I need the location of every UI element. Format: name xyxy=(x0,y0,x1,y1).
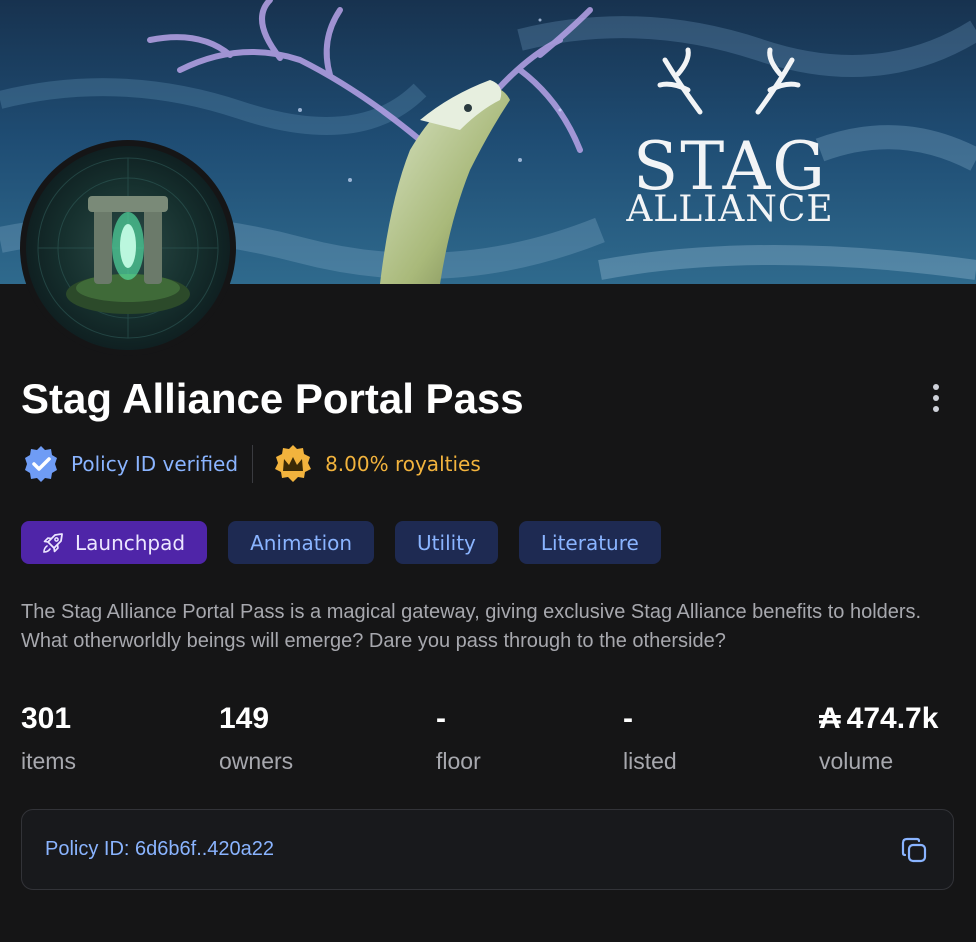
stat-owners: 149 owners xyxy=(219,700,293,776)
royalties-label: 8.00% royalties xyxy=(325,452,481,476)
verified-check-icon xyxy=(25,446,57,482)
collection-meta: Policy ID verified 8.00% royalties xyxy=(21,442,481,486)
portal-image xyxy=(26,146,230,350)
dot-icon xyxy=(933,384,939,390)
banner-logo-alliance: ALLIANCE xyxy=(626,189,834,230)
stat-label: items xyxy=(21,748,76,774)
tag-literature[interactable]: Literature xyxy=(518,521,661,564)
stat-label: volume xyxy=(819,748,894,774)
copy-icon[interactable] xyxy=(899,835,929,865)
policy-id-box: Policy ID: 6d6b6f..420a22 xyxy=(21,809,954,890)
stat-items: 301 items xyxy=(21,700,76,776)
tag-label: Animation xyxy=(250,530,353,555)
tag-label: Utility xyxy=(417,530,476,555)
verified-label: Policy ID verified xyxy=(71,452,239,476)
collection-description: The Stag Alliance Portal Pass is a magic… xyxy=(21,601,922,652)
stat-value: 149 xyxy=(219,702,270,735)
collection-avatar xyxy=(20,140,236,356)
meta-divider xyxy=(252,445,254,483)
stat-value: - xyxy=(436,702,446,735)
stat-floor: - floor xyxy=(436,700,481,776)
stat-listed: - listed xyxy=(623,700,677,776)
banner-logo: STAG ALLIANCE xyxy=(600,50,860,240)
tag-label: Literature xyxy=(540,530,639,555)
dot-icon xyxy=(933,406,939,412)
stat-value: ₳ 474.7k xyxy=(819,700,938,738)
tag-list: Launchpad Animation Utility Literature xyxy=(21,521,661,564)
stat-label: owners xyxy=(219,748,294,774)
royalties-badge: 8.00% royalties xyxy=(271,444,481,484)
rocket-icon xyxy=(43,532,63,553)
tag-animation[interactable]: Animation xyxy=(228,521,375,564)
stat-value: 301 xyxy=(21,702,72,735)
more-options-button[interactable] xyxy=(920,378,952,418)
collection-page: STAG ALLIANCE Stag Alliance Portal Pass … xyxy=(0,0,976,942)
policy-id-text[interactable]: Policy ID: 6d6b6f..420a22 xyxy=(45,838,274,861)
stat-value: - xyxy=(623,702,633,735)
stat-volume: ₳ 474.7k volume xyxy=(819,700,938,776)
tag-label: Launchpad xyxy=(75,530,186,555)
crown-badge-icon xyxy=(275,445,312,482)
tag-launchpad[interactable]: Launchpad xyxy=(21,521,208,564)
tag-utility[interactable]: Utility xyxy=(395,521,498,564)
stat-label: floor xyxy=(436,748,481,774)
stat-label: listed xyxy=(623,748,677,774)
collection-stats: 301 items 149 owners - floor - listed ₳ … xyxy=(0,700,976,780)
collection-title: Stag Alliance Portal Pass xyxy=(21,375,524,422)
dot-icon xyxy=(933,395,939,401)
volume-amount: 474.7k xyxy=(846,702,939,735)
ada-currency-icon: ₳ xyxy=(819,702,841,735)
verified-badge[interactable]: Policy ID verified xyxy=(21,444,238,484)
